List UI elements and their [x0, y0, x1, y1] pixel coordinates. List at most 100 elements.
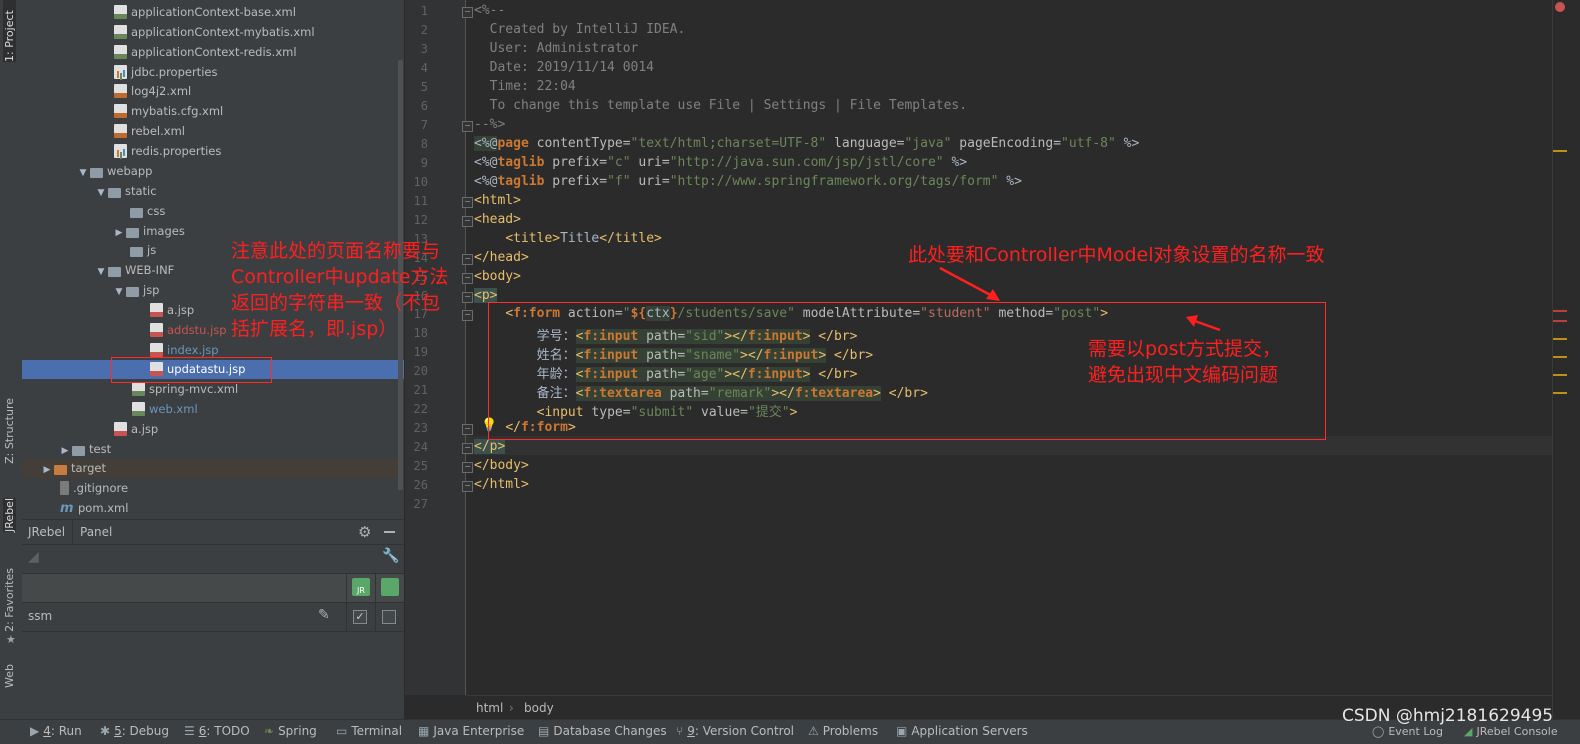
- tree-item[interactable]: applicationContext-redis.xml: [114, 43, 297, 62]
- structure-tool-tab[interactable]: Z: Structure: [3, 398, 16, 464]
- tree-item[interactable]: redis.properties: [114, 142, 221, 161]
- collapsed-arrow-icon[interactable]: ▶: [112, 224, 126, 243]
- pencil-icon[interactable]: ✎: [318, 607, 330, 623]
- fold-marker-icon[interactable]: −: [462, 273, 473, 284]
- tree-item[interactable]: jdbc.properties: [114, 63, 217, 82]
- todo-tool-button[interactable]: ☰ 6: TODO: [184, 724, 250, 738]
- java-enterprise-tool-button[interactable]: ▦ Java Enterprise: [418, 724, 524, 738]
- spring-xml-icon: [114, 45, 127, 59]
- tree-item[interactable]: ▶ test: [58, 440, 111, 459]
- collapsed-arrow-icon[interactable]: ▶: [40, 461, 54, 480]
- line-number: 10: [413, 175, 428, 189]
- error-marker[interactable]: [1553, 320, 1567, 322]
- tab-divider: [72, 520, 73, 544]
- terminal-tool-button[interactable]: ▭ Terminal: [336, 724, 402, 738]
- remote-enabled-checkbox[interactable]: [382, 610, 396, 624]
- tree-item[interactable]: addstu.jsp: [150, 321, 227, 340]
- web-xml-icon: [132, 402, 145, 416]
- error-marker[interactable]: [1553, 310, 1567, 312]
- tree-item[interactable]: a.jsp: [150, 301, 194, 320]
- tree-item[interactable]: log4j2.xml: [114, 82, 191, 101]
- tree-item[interactable]: ▼ jsp: [112, 281, 160, 300]
- folder-icon: [72, 446, 85, 456]
- fold-marker-icon[interactable]: −: [462, 424, 473, 435]
- wrench-icon[interactable]: 🔧: [382, 548, 399, 564]
- jrebel-icon: ◢: [1464, 725, 1473, 738]
- jrebel-remote-icon[interactable]: [381, 578, 399, 596]
- tree-item[interactable]: applicationContext-mybatis.xml: [114, 23, 315, 42]
- jrebel-tab[interactable]: JRebel: [28, 525, 65, 539]
- event-log-tool-button[interactable]: ◯ Event Log: [1372, 725, 1443, 738]
- problems-tool-button[interactable]: ⚠ Problems: [808, 724, 878, 738]
- expanded-arrow-icon[interactable]: ▼: [94, 263, 108, 282]
- fold-marker-icon[interactable]: −: [462, 310, 473, 321]
- expanded-arrow-icon[interactable]: ▼: [112, 283, 126, 302]
- web-tool-tab[interactable]: Web: [3, 664, 16, 688]
- jrebel-tool-tab[interactable]: JRebel: [3, 498, 16, 532]
- xml-file-icon: [114, 84, 127, 98]
- code-line-4: Date: 2019/11/14 0014: [474, 60, 655, 75]
- xml-file-icon: [114, 104, 127, 118]
- tree-item[interactable]: rebel.xml: [114, 122, 185, 141]
- play-icon: ▶: [30, 724, 40, 738]
- tree-item[interactable]: ▶ images: [112, 222, 185, 241]
- tree-item[interactable]: css: [130, 202, 165, 221]
- fold-marker-icon[interactable]: −: [462, 254, 473, 265]
- jsp-file-icon: [150, 303, 163, 317]
- tree-item[interactable]: applicationContext-base.xml: [114, 3, 296, 22]
- error-indicator-icon[interactable]: [1555, 2, 1565, 12]
- jrebel-icon[interactable]: ◢: [28, 549, 39, 565]
- debug-tool-button[interactable]: ✱ 5: Debug: [100, 724, 169, 738]
- fold-marker-icon[interactable]: −: [462, 197, 473, 208]
- jrebel-module-row[interactable]: ssm ✎ ✓: [22, 603, 404, 632]
- spring-tool-button[interactable]: ❧ Spring: [264, 724, 317, 738]
- line-number: 7: [420, 118, 428, 132]
- minimize-icon[interactable]: [384, 531, 395, 533]
- warning-marker[interactable]: [1553, 150, 1567, 152]
- fold-marker-icon[interactable]: −: [462, 292, 473, 303]
- favorites-tool-tab[interactable]: 2: Favorites: [3, 568, 16, 632]
- expanded-arrow-icon[interactable]: ▼: [76, 164, 90, 183]
- tree-item[interactable]: .gitignore: [60, 479, 128, 498]
- tree-item[interactable]: ▼ static: [94, 182, 157, 201]
- jrebel-console-tool-button[interactable]: ◢ JRebel Console: [1464, 725, 1558, 738]
- tree-item[interactable]: web.xml: [132, 400, 198, 419]
- tree-item[interactable]: js: [130, 241, 156, 260]
- warning-marker[interactable]: [1553, 374, 1567, 376]
- application-servers-tool-button[interactable]: ▣ Application Servers: [896, 724, 1028, 738]
- warning-marker[interactable]: [1553, 356, 1567, 358]
- fold-marker-icon[interactable]: −: [462, 443, 473, 454]
- fold-marker-icon[interactable]: −: [462, 121, 473, 132]
- editor-marker-strip[interactable]: [1552, 0, 1580, 719]
- tree-item[interactable]: m pom.xml: [60, 499, 128, 518]
- jrebel-icon[interactable]: JR: [352, 578, 370, 596]
- version-control-tool-button[interactable]: ⑂ 9: Version Control: [676, 724, 794, 738]
- code-line-10: <%@taglib prefix="f" uri="http://www.spr…: [474, 174, 1022, 189]
- fold-marker-icon[interactable]: −: [462, 462, 473, 473]
- fold-marker-icon[interactable]: −: [462, 481, 473, 492]
- tree-item[interactable]: a.jsp: [114, 420, 158, 439]
- tree-item[interactable]: ▶ target: [22, 459, 404, 478]
- tree-item[interactable]: ▼ webapp: [76, 162, 152, 181]
- fold-marker-icon[interactable]: −: [462, 216, 473, 227]
- warning-marker[interactable]: [1553, 392, 1567, 394]
- breadcrumb-item-html[interactable]: html: [476, 701, 503, 715]
- expanded-arrow-icon[interactable]: ▼: [94, 184, 108, 203]
- gear-icon[interactable]: ⚙: [358, 523, 371, 541]
- warning-marker[interactable]: [1553, 338, 1567, 340]
- breadcrumb-item-body[interactable]: body: [524, 701, 554, 715]
- tree-item[interactable]: ▼ WEB-INF: [94, 261, 174, 280]
- fold-marker-icon[interactable]: −: [462, 7, 473, 18]
- database-changes-tool-button[interactable]: ▤ Database Changes: [538, 724, 667, 738]
- tree-item[interactable]: mybatis.cfg.xml: [114, 102, 223, 121]
- run-tool-button[interactable]: ▶ 4: Run: [30, 724, 82, 738]
- event-log-icon: ◯: [1372, 725, 1385, 738]
- project-tool-tab[interactable]: 1: Project: [3, 0, 16, 62]
- properties-file-icon: [114, 65, 127, 79]
- code-line-26: </html>: [474, 477, 529, 492]
- folder-icon: [126, 228, 139, 238]
- line-number: 9: [420, 156, 428, 170]
- line-number: 2: [420, 23, 428, 37]
- panel-tab[interactable]: Panel: [80, 525, 112, 539]
- jrebel-enabled-checkbox[interactable]: ✓: [353, 610, 367, 624]
